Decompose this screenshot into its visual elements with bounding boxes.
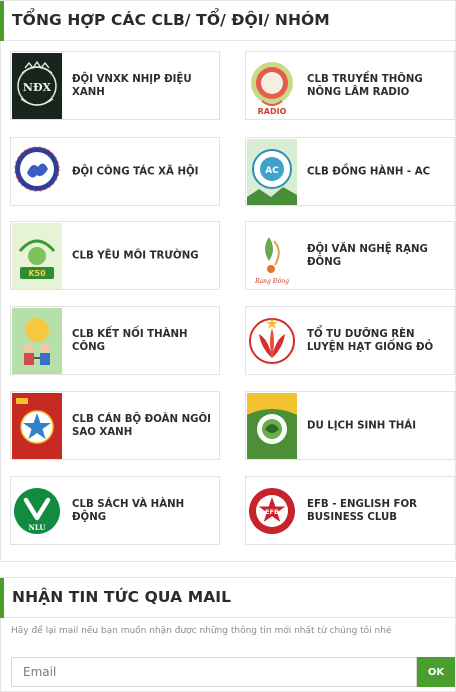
club-name: TỔ TU DƯỠNG RÈN LUYỆN HẠT GIỐNG ĐỎ xyxy=(307,328,434,353)
club-name: ĐỘI CÔNG TÁC XÃ HỘI xyxy=(72,166,199,177)
club-name: ĐỘI VĂN NGHỆ RẠNG ĐÔNG xyxy=(307,243,428,268)
club-card-nlu-book[interactable]: NLU CLB SÁCH VÀ HÀNH ĐỘNG xyxy=(10,476,220,545)
svg-text:NĐX: NĐX xyxy=(23,81,52,94)
club-name: CLB KẾT NỐI THÀNH CÔNG xyxy=(72,328,188,353)
clubs-panel-header: TỔNG HỢP CÁC CLB/ TỔ/ ĐỘI/ NHÓM xyxy=(0,1,455,41)
club-card-efb[interactable]: EFB EFB - ENGLISH FOR BUSINESS CLUB xyxy=(245,476,455,545)
club-card-environment[interactable]: K50 CLB YÊU MÔI TRƯỜNG xyxy=(10,221,220,290)
club-name: DU LỊCH SINH THÁI xyxy=(307,420,416,431)
club-card-eco-tourism[interactable]: DU LỊCH SINH THÁI xyxy=(245,391,455,460)
ac-logo-icon: AC xyxy=(247,139,297,205)
vnxk-logo-icon: NĐX xyxy=(12,53,62,119)
email-input[interactable] xyxy=(11,657,417,687)
club-name: CLB TRUYỀN THÔNG NÔNG LÂM RADIO xyxy=(307,73,423,98)
newsletter-description: Hãy để lại mail nếu bạn muốn nhận được n… xyxy=(11,626,392,636)
newsletter-panel: NHẬN TIN TỨC QUA MAIL Hãy để lại mail nế… xyxy=(0,577,456,692)
club-card-green-star[interactable]: CLB CÁN BỘ ĐOÀN NGÔI SAO XANH xyxy=(10,391,220,460)
club-card-ac[interactable]: AC CLB ĐỒNG HÀNH - AC xyxy=(245,137,455,206)
newsletter-panel-header: NHẬN TIN TỨC QUA MAIL xyxy=(0,578,455,618)
social-work-logo-icon xyxy=(12,139,62,205)
club-card-rang-dong[interactable]: Rạng Đông ĐỘI VĂN NGHỆ RẠNG ĐÔNG xyxy=(245,221,455,290)
connect-logo-icon xyxy=(12,308,62,374)
clubs-panel-title: TỔNG HỢP CÁC CLB/ TỔ/ ĐỘI/ NHÓM xyxy=(12,11,330,29)
clubs-panel: TỔNG HỢP CÁC CLB/ TỔ/ ĐỘI/ NHÓM NĐX ĐỘI … xyxy=(0,0,456,562)
club-name: CLB CÁN BỘ ĐOÀN NGÔI SAO XANH xyxy=(72,413,211,438)
club-card-social-work[interactable]: ĐỘI CÔNG TÁC XÃ HỘI xyxy=(10,137,220,206)
eco-tourism-logo-icon xyxy=(247,393,297,459)
club-name: EFB - ENGLISH FOR BUSINESS CLUB xyxy=(307,498,418,523)
red-seed-logo-icon xyxy=(247,308,297,374)
subscribe-ok-button[interactable]: OK xyxy=(417,657,455,687)
svg-text:K50: K50 xyxy=(28,269,46,278)
radio-logo-icon: RADIO xyxy=(247,53,297,119)
svg-text:Rạng Đông: Rạng Đông xyxy=(254,278,289,285)
svg-text:AC: AC xyxy=(265,166,279,176)
efb-logo-icon: EFB xyxy=(247,478,297,544)
club-card-radio[interactable]: RADIO CLB TRUYỀN THÔNG NÔNG LÂM RADIO xyxy=(245,51,455,120)
club-name: CLB ĐỒNG HÀNH - AC xyxy=(307,166,431,177)
club-name: ĐỘI VNXK NHỊP ĐIỆU XANH xyxy=(72,73,192,98)
club-card-vnxk[interactable]: NĐX ĐỘI VNXK NHỊP ĐIỆU XANH xyxy=(10,51,220,120)
newsletter-panel-title: NHẬN TIN TỨC QUA MAIL xyxy=(12,588,232,606)
svg-text:EFB: EFB xyxy=(265,508,279,516)
club-card-red-seed[interactable]: TỔ TU DƯỠNG RÈN LUYỆN HẠT GIỐNG ĐỎ xyxy=(245,306,455,375)
svg-text:RADIO: RADIO xyxy=(258,107,287,116)
green-star-logo-icon xyxy=(12,393,62,459)
club-card-connect[interactable]: CLB KẾT NỐI THÀNH CÔNG xyxy=(10,306,220,375)
environment-logo-icon: K50 xyxy=(12,223,62,289)
nlu-book-logo-icon: NLU xyxy=(12,478,62,544)
svg-text:NLU: NLU xyxy=(28,523,45,532)
rang-dong-logo-icon: Rạng Đông xyxy=(247,223,297,289)
club-name: CLB SÁCH VÀ HÀNH ĐỘNG xyxy=(72,498,185,523)
club-name: CLB YÊU MÔI TRƯỜNG xyxy=(72,250,199,261)
